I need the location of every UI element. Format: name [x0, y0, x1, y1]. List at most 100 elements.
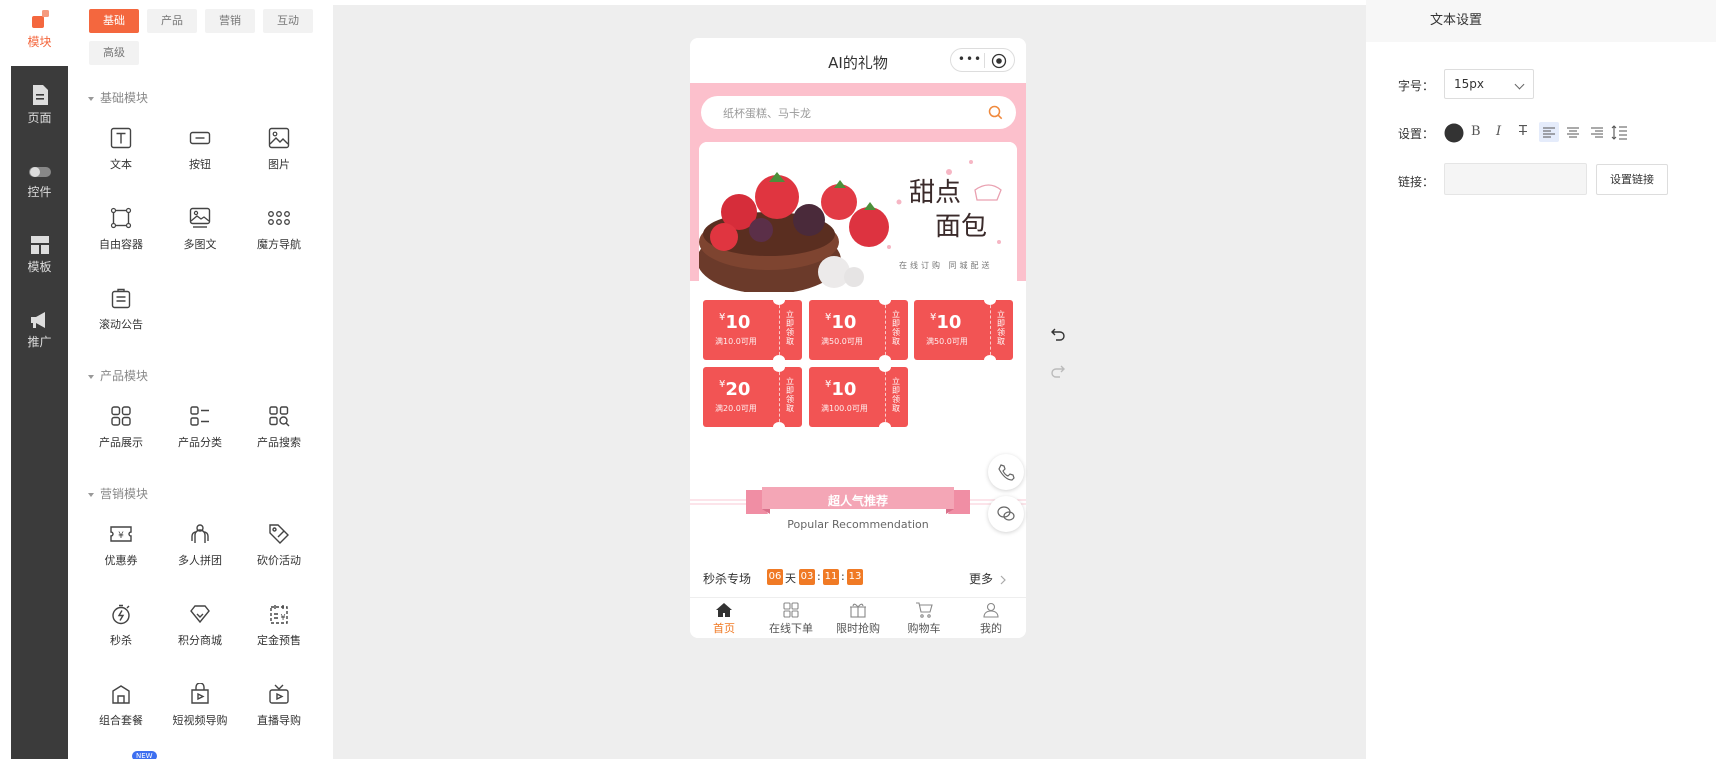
- section-marketing[interactable]: 营销模块: [88, 485, 148, 502]
- module-free-container[interactable]: 自由容器: [86, 207, 156, 252]
- coupon-claim-button[interactable]: 立即领取: [889, 377, 903, 413]
- tab-label: 首页: [713, 622, 735, 635]
- rail-item-template[interactable]: 模板: [11, 235, 68, 275]
- coupon-card[interactable]: ¥10 满50.0可用 立即领取: [809, 300, 908, 360]
- module-multi-image-text[interactable]: 多图文: [165, 207, 235, 252]
- tab-cart[interactable]: 购物车: [894, 602, 954, 636]
- rail-item-page[interactable]: 页面: [11, 84, 68, 126]
- search-placeholder: 纸杯蛋糕、马卡龙: [723, 107, 811, 120]
- module-product-display[interactable]: 产品展示: [86, 405, 156, 450]
- module-live-stream[interactable]: 直播导购: [244, 683, 314, 728]
- diamond-icon: [190, 605, 210, 624]
- section-product[interactable]: 产品模块: [88, 367, 148, 384]
- module-deposit-presale[interactable]: ¥ 定金预售: [244, 603, 314, 648]
- module-label: 文本: [110, 158, 132, 171]
- coupon-claim-button[interactable]: 立即领取: [994, 310, 1008, 346]
- rail-item-control[interactable]: 控件: [11, 164, 68, 200]
- tab-order[interactable]: 在线下单: [761, 602, 821, 636]
- rail-item-module[interactable]: 模块: [11, 8, 68, 50]
- coupon-value: 10: [725, 312, 751, 333]
- redo-icon[interactable]: [1050, 364, 1066, 378]
- rail-item-label: 模板: [27, 260, 52, 274]
- italic-button[interactable]: I: [1496, 124, 1501, 139]
- ribbon-graphic: [690, 487, 1026, 514]
- module-bargain[interactable]: 砍价活动: [244, 523, 314, 568]
- coupon-card[interactable]: ¥10 满50.0可用 立即领取: [914, 300, 1013, 360]
- strikethrough-button[interactable]: T: [1519, 124, 1527, 139]
- settings-title: 文本设置: [1429, 13, 1482, 28]
- tab-marketing[interactable]: 营销: [205, 9, 255, 33]
- coupon-claim-button[interactable]: 立即领取: [783, 377, 797, 413]
- coupon-card[interactable]: ¥10 满10.0可用 立即领取: [703, 300, 802, 360]
- cart-icon: [916, 602, 933, 618]
- section-basic[interactable]: 基础模块: [88, 89, 148, 106]
- module-product-search[interactable]: 产品搜索: [244, 405, 314, 450]
- module-product-category[interactable]: 产品分类: [165, 405, 235, 450]
- rail-item-label: 模块: [27, 35, 52, 49]
- coupon-card[interactable]: ¥20 满20.0可用 立即领取: [703, 367, 802, 427]
- module-combo-package[interactable]: 组合套餐: [86, 683, 156, 728]
- link-label: 链接：: [1398, 175, 1435, 189]
- coupon-condition: 满20.0可用: [715, 404, 757, 413]
- presale-icon: ¥: [270, 605, 288, 624]
- tab-mine[interactable]: 我的: [961, 602, 1021, 636]
- module-coupon[interactable]: ¥ 优惠券: [86, 523, 156, 568]
- module-group-buy[interactable]: 多人拼团: [165, 523, 235, 568]
- coupon-icon: ¥: [110, 526, 132, 542]
- module-image[interactable]: 图片: [244, 127, 314, 172]
- coupon-amount: ¥10: [825, 312, 856, 333]
- coupon-value: 20: [725, 379, 751, 400]
- button-icon: [189, 131, 211, 145]
- coupon-claim-button[interactable]: 立即领取: [889, 310, 903, 346]
- module-label: 产品搜索: [257, 436, 301, 449]
- module-cube-nav[interactable]: 魔方导航: [244, 207, 314, 252]
- close-target-icon[interactable]: [991, 53, 1007, 69]
- module-scroll-notice[interactable]: 滚动公告: [86, 287, 156, 332]
- seckill-more-link[interactable]: 更多: [969, 570, 1007, 587]
- font-size-label: 字号：: [1398, 79, 1435, 93]
- align-center-icon[interactable]: [1563, 122, 1583, 142]
- tab-home[interactable]: 首页: [694, 602, 754, 636]
- module-text[interactable]: 文本: [86, 127, 156, 172]
- module-points-mall[interactable]: 积分商城: [165, 603, 235, 648]
- text-color-swatch[interactable]: [1444, 123, 1464, 143]
- section-title: 营销模块: [100, 487, 149, 501]
- tab-advanced[interactable]: 高级: [89, 41, 139, 65]
- set-link-button[interactable]: 设置链接: [1596, 164, 1668, 195]
- bold-button[interactable]: B: [1471, 124, 1481, 139]
- mini-program-capsule[interactable]: •••: [950, 48, 1015, 72]
- rail-item-promote[interactable]: 推广: [11, 310, 68, 350]
- phone-contact-button[interactable]: [988, 454, 1024, 490]
- tab-interact[interactable]: 互动: [263, 9, 313, 33]
- banner-headline: 甜点 面包: [909, 176, 987, 244]
- notice-icon: [111, 288, 131, 309]
- search-input[interactable]: 纸杯蛋糕、马卡龙: [701, 96, 1016, 129]
- font-size-select[interactable]: 15px: [1444, 69, 1534, 99]
- tab-flash-sale[interactable]: 限时抢购: [828, 602, 888, 636]
- tab-label: 在线下单: [769, 622, 813, 635]
- section-title: 产品模块: [100, 369, 149, 383]
- banner-line-1: 甜点: [909, 178, 962, 208]
- undo-icon[interactable]: [1050, 327, 1066, 341]
- coupon-card[interactable]: ¥10 满100.0可用 立即领取: [809, 367, 908, 427]
- banner-image[interactable]: 甜点 面包 在线订购 同城配送: [699, 142, 1017, 292]
- tab-basic[interactable]: 基础: [89, 9, 139, 33]
- search-icon[interactable]: [988, 105, 1003, 120]
- coupon-claim-button[interactable]: 立即领取: [783, 310, 797, 346]
- wechat-button[interactable]: [988, 496, 1024, 532]
- module-label: 优惠券: [104, 554, 138, 567]
- align-left-icon[interactable]: [1539, 122, 1559, 142]
- line-height-icon[interactable]: [1610, 122, 1630, 142]
- phone-header: AI的礼物 •••: [690, 38, 1026, 83]
- module-button[interactable]: 按钮: [165, 127, 235, 172]
- more-dots-icon[interactable]: •••: [957, 52, 983, 66]
- module-label: 积分商城: [178, 634, 222, 647]
- align-right-icon[interactable]: [1587, 122, 1607, 142]
- coupon-divider: [990, 300, 991, 360]
- module-short-video[interactable]: 短视频导购: [165, 683, 235, 728]
- link-input[interactable]: [1444, 163, 1587, 195]
- module-seckill[interactable]: 秒杀: [86, 603, 156, 648]
- tab-product[interactable]: 产品: [147, 9, 197, 33]
- short-video-icon: [191, 683, 209, 704]
- module-label: 组合套餐: [99, 714, 143, 727]
